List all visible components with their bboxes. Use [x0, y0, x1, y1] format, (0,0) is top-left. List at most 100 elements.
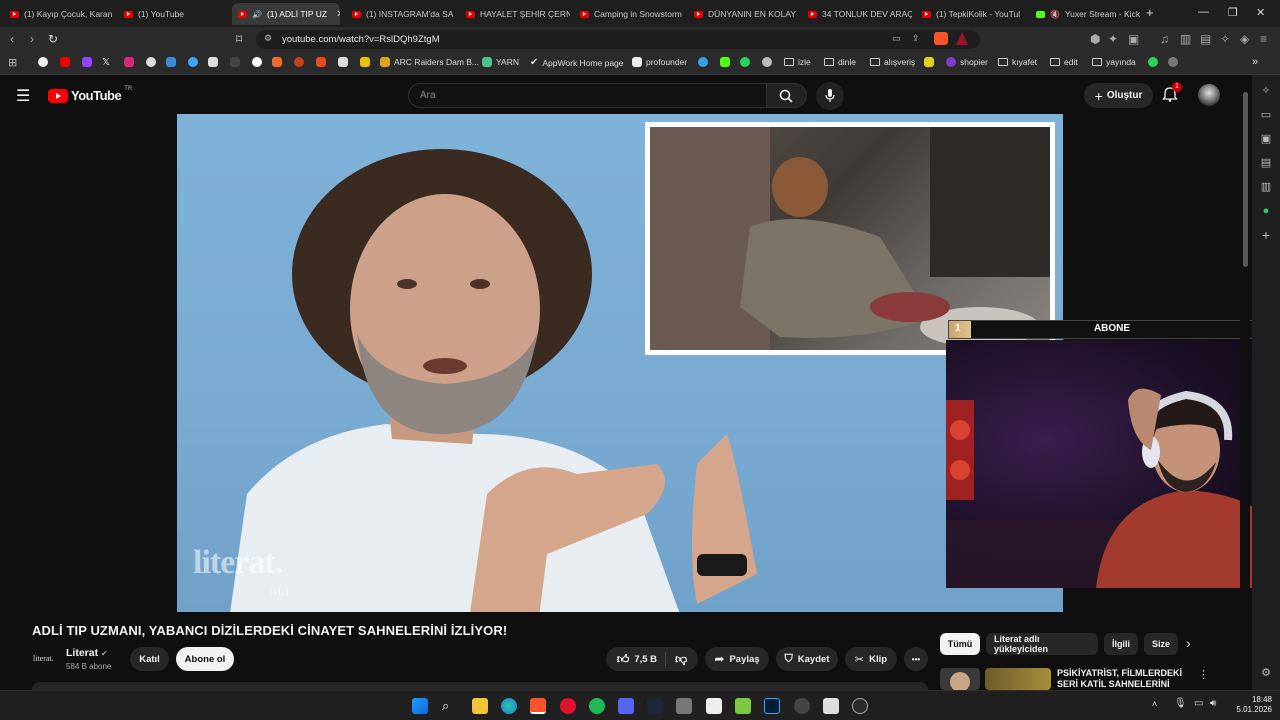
bookmark-site[interactable] — [1148, 57, 1158, 67]
hamburger-menu-icon[interactable]: ☰ — [16, 86, 30, 106]
whatsapp-icon[interactable]: ● — [1260, 205, 1272, 217]
bookmark-site[interactable] — [230, 57, 240, 67]
bookmark-yarn[interactable]: YARN — [482, 57, 519, 67]
photoshop-icon[interactable] — [764, 698, 780, 714]
spotify-icon[interactable] — [589, 698, 605, 714]
browser-tab[interactable]: HAYALET ŞEHİR ÇERNO — [460, 3, 570, 25]
bookmark-folder-alisveris[interactable]: alışveriş — [870, 57, 915, 67]
steam-icon[interactable] — [647, 698, 663, 714]
bookmark-site[interactable] — [272, 57, 282, 67]
screenshot-icon[interactable]: ▣ — [1128, 32, 1139, 46]
recommended-title[interactable]: PSİKİYATRİST, FİLMLERDEKİ SERİ KATİL SAH… — [1057, 668, 1197, 690]
brave-icon[interactable] — [530, 698, 546, 714]
browser-tab[interactable]: 34 TONLUK DEV ARAÇ — [802, 3, 912, 25]
video-player[interactable]: literat. (sf.) — [177, 114, 1063, 612]
wallet-icon[interactable]: ▤ — [1200, 32, 1211, 46]
windows-start-icon[interactable] — [412, 698, 428, 714]
side-panel-bookmarks-icon[interactable]: ▤ — [1260, 157, 1272, 169]
chips-next-icon[interactable]: › — [1186, 635, 1191, 651]
minimize-icon[interactable]: — — [1198, 6, 1209, 18]
bookmark-site[interactable] — [188, 57, 198, 67]
notifications-button[interactable]: 1 — [1162, 82, 1182, 107]
browser-tab[interactable]: (1) TepkiKolik - YouTul — [916, 3, 1026, 25]
chip-all[interactable]: Tümü — [940, 633, 980, 655]
clip-button[interactable]: ✂ Klip — [845, 647, 897, 671]
share-button[interactable]: ➦ Paylaş — [705, 647, 769, 671]
sidebar-icon[interactable]: ▥ — [1180, 32, 1191, 46]
edge-icon[interactable] — [501, 698, 517, 714]
brave-shield-icon[interactable] — [934, 32, 948, 45]
browser-tab[interactable]: 🔇 Yuxer Stream - Kick — [1030, 3, 1140, 25]
side-panel-history-icon[interactable]: ▥ — [1260, 181, 1272, 193]
side-panel-add-icon[interactable]: + — [1260, 228, 1272, 242]
browser-tab[interactable]: (1) Kayıp Çocuk, Karan — [4, 3, 112, 25]
join-button[interactable]: Katıl — [130, 647, 169, 671]
bookmark-arc-raiders[interactable]: ARC Raiders Dam B... — [380, 57, 479, 67]
more-bookmarks-icon[interactable]: » — [1252, 56, 1258, 68]
bookmark-site[interactable] — [1168, 57, 1178, 67]
bookmark-github[interactable] — [146, 57, 156, 67]
browser-tab[interactable]: (1) YouTube — [118, 3, 228, 25]
bookmark-folder-izle[interactable]: izle — [784, 57, 811, 67]
bookmark-site[interactable] — [698, 57, 708, 67]
bookmark-site[interactable] — [762, 57, 772, 67]
close-window-icon[interactable]: ✕ — [1256, 6, 1265, 19]
bookmark-site[interactable] — [294, 57, 304, 67]
bookmark-site[interactable] — [208, 57, 218, 67]
bookmark-site[interactable] — [338, 57, 348, 67]
opera-icon[interactable] — [560, 698, 576, 714]
search-button[interactable] — [767, 83, 807, 108]
taskbar-clock[interactable]: 18:48 5.01.2026 — [1230, 695, 1272, 715]
recommended-thumbnail[interactable] — [985, 668, 1051, 690]
bookmark-folder-kiyafet[interactable]: kıyafet — [998, 57, 1037, 67]
bookmark-site[interactable] — [166, 57, 176, 67]
recommended-avatar[interactable] — [940, 668, 980, 690]
bookmark-appwork[interactable]: ✔ AppWork Home page — [530, 57, 624, 68]
cast-icon[interactable]: ▭ — [892, 33, 901, 44]
subscribe-button[interactable]: Abone ol — [176, 647, 234, 671]
site-info-icon[interactable]: ⚙ — [264, 33, 272, 44]
obs-icon[interactable] — [794, 698, 810, 714]
browser-tab[interactable]: DÜNYANIN EN KOLAY — [688, 3, 798, 25]
bookmark-page-icon[interactable]: ⌑ — [236, 32, 242, 46]
app-white-icon[interactable] — [823, 698, 839, 714]
create-button[interactable]: + Oluştur — [1084, 83, 1153, 108]
bookmark-youtube[interactable] — [60, 57, 70, 67]
close-tab-icon[interactable]: ✕ — [336, 9, 340, 20]
bookmark-site[interactable] — [360, 57, 370, 67]
extension-icon[interactable]: ⬢ — [1090, 32, 1100, 46]
bookmark-folder-yayinda[interactable]: yayında — [1092, 57, 1136, 67]
app-dark-icon[interactable] — [852, 698, 868, 714]
side-panel-settings-icon[interactable]: ⚙ — [1260, 667, 1272, 679]
discord-icon[interactable] — [618, 698, 634, 714]
description-box[interactable] — [32, 682, 928, 690]
bookmark-folder-edit[interactable]: edit — [1050, 57, 1078, 67]
bookmark-folder-dinle[interactable]: dinle — [824, 57, 856, 67]
new-tab-button[interactable]: + — [1146, 5, 1154, 20]
leo-icon[interactable]: ✧ — [1220, 32, 1230, 46]
side-panel-reading-icon[interactable]: ▭ — [1260, 109, 1272, 121]
bookmark-instagram[interactable] — [124, 57, 134, 67]
bookmark-x[interactable]: 𝕏 — [102, 57, 110, 68]
forward-icon[interactable]: › — [30, 32, 34, 46]
page-scrollbar-thumb[interactable] — [1243, 92, 1248, 267]
tray-mic-icon[interactable]: 🎙︎ — [1174, 698, 1187, 709]
brave-rewards-icon[interactable] — [956, 32, 968, 45]
network-icon[interactable]: ▭ — [1194, 698, 1203, 709]
save-button[interactable]: ⛉ Kaydet — [776, 647, 838, 671]
notes-icon[interactable] — [706, 698, 722, 714]
puzzle-icon[interactable]: ✦ — [1108, 32, 1118, 46]
bookmark-google[interactable] — [38, 57, 48, 67]
chip-for-you[interactable]: Size — [1144, 633, 1178, 655]
voice-search-button[interactable] — [816, 82, 844, 110]
calculator-icon[interactable] — [676, 698, 692, 714]
bookmark-site[interactable] — [316, 57, 326, 67]
taskbar-search-icon[interactable]: ⌕ — [442, 698, 458, 714]
browser-tab[interactable]: (1) INSTAGRAM'da SA — [346, 3, 456, 25]
like-button[interactable]: 👍︎ 7,5 B — [617, 651, 667, 667]
bookmark-twitch[interactable] — [82, 57, 92, 67]
tray-expand-icon[interactable]: ˄ — [1152, 699, 1157, 709]
channel-name[interactable]: Literat ✔ — [66, 647, 108, 659]
menu-icon[interactable]: ≡ — [1260, 32, 1267, 46]
account-avatar[interactable] — [1198, 84, 1220, 106]
